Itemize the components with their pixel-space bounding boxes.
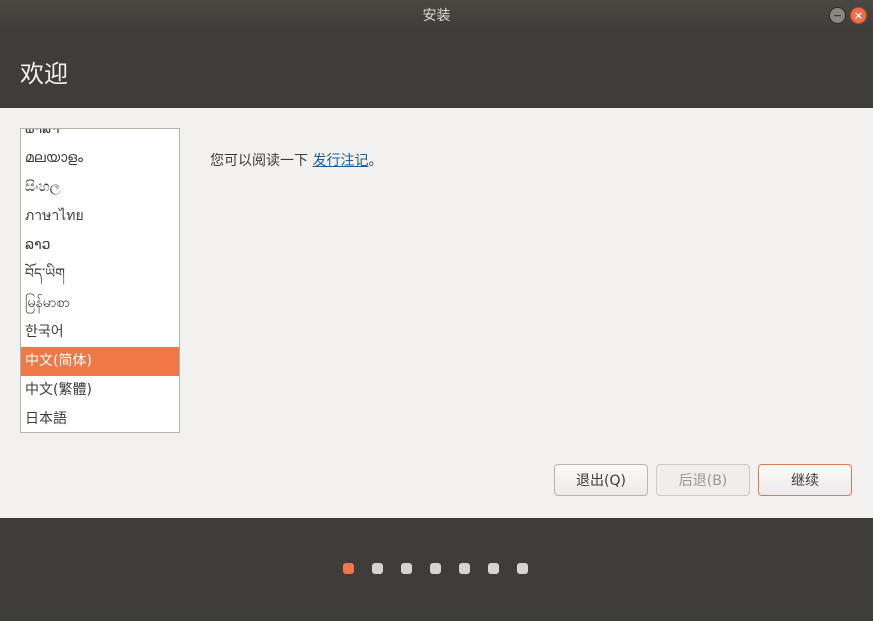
progress-dot bbox=[517, 563, 528, 574]
progress-dot bbox=[372, 563, 383, 574]
language-list-item[interactable]: ລາວ bbox=[21, 231, 179, 260]
language-list-items: ພາສາ മലയാളം සිංහල ภาษาไทย ລາວ བོད་ཡིག မြန်မာစာ… bbox=[21, 129, 179, 432]
page-header: 欢迎 bbox=[0, 32, 873, 108]
language-list[interactable]: ພາສາ മലയാളം සිංහල ภาษาไทย ລາວ བོད་ཡིག မြန်မာစာ… bbox=[20, 128, 180, 433]
quit-button[interactable]: 退出(Q) bbox=[554, 464, 648, 496]
progress-footer bbox=[0, 518, 873, 621]
language-list-item[interactable]: 中文(简体) bbox=[21, 347, 179, 376]
release-notes-prefix: 您可以阅读一下 bbox=[210, 153, 313, 169]
window-titlebar: 安装 − × bbox=[0, 0, 873, 32]
progress-dot bbox=[459, 563, 470, 574]
back-button[interactable]: 后退(B) bbox=[656, 464, 750, 496]
window-title: 安装 bbox=[422, 8, 451, 24]
language-list-item[interactable]: ภาษาไทย bbox=[21, 202, 179, 231]
close-icon[interactable]: × bbox=[850, 7, 867, 24]
release-notes-link[interactable]: 发行注记 bbox=[312, 153, 368, 169]
continue-button[interactable]: 继续 bbox=[758, 464, 852, 496]
language-list-item[interactable]: 中文(繁體) bbox=[21, 376, 179, 405]
release-notes-text: 您可以阅读一下 发行注记。 bbox=[210, 150, 382, 170]
progress-dot bbox=[401, 563, 412, 574]
minimize-icon[interactable]: − bbox=[829, 7, 846, 24]
language-list-item[interactable]: 한국어 bbox=[21, 318, 179, 347]
language-list-item[interactable]: 日本語 bbox=[21, 405, 179, 432]
language-list-item[interactable]: བོད་ཡིག bbox=[21, 260, 179, 289]
progress-dot bbox=[343, 563, 354, 574]
language-list-item[interactable]: မြန်မာစာ bbox=[21, 289, 179, 318]
language-list-item[interactable]: ພາສາ bbox=[21, 129, 179, 144]
page-title: 欢迎 bbox=[20, 60, 68, 88]
release-notes-suffix: 。 bbox=[368, 153, 383, 169]
language-list-item[interactable]: සිංහල bbox=[21, 173, 179, 202]
main-content: ພາສາ മലയാളം සිංහල ภาษาไทย ລາວ བོད་ཡིག မြန်မာစာ… bbox=[0, 108, 873, 518]
progress-dot bbox=[488, 563, 499, 574]
language-list-item[interactable]: മലയാളം bbox=[21, 144, 179, 173]
progress-dot bbox=[430, 563, 441, 574]
